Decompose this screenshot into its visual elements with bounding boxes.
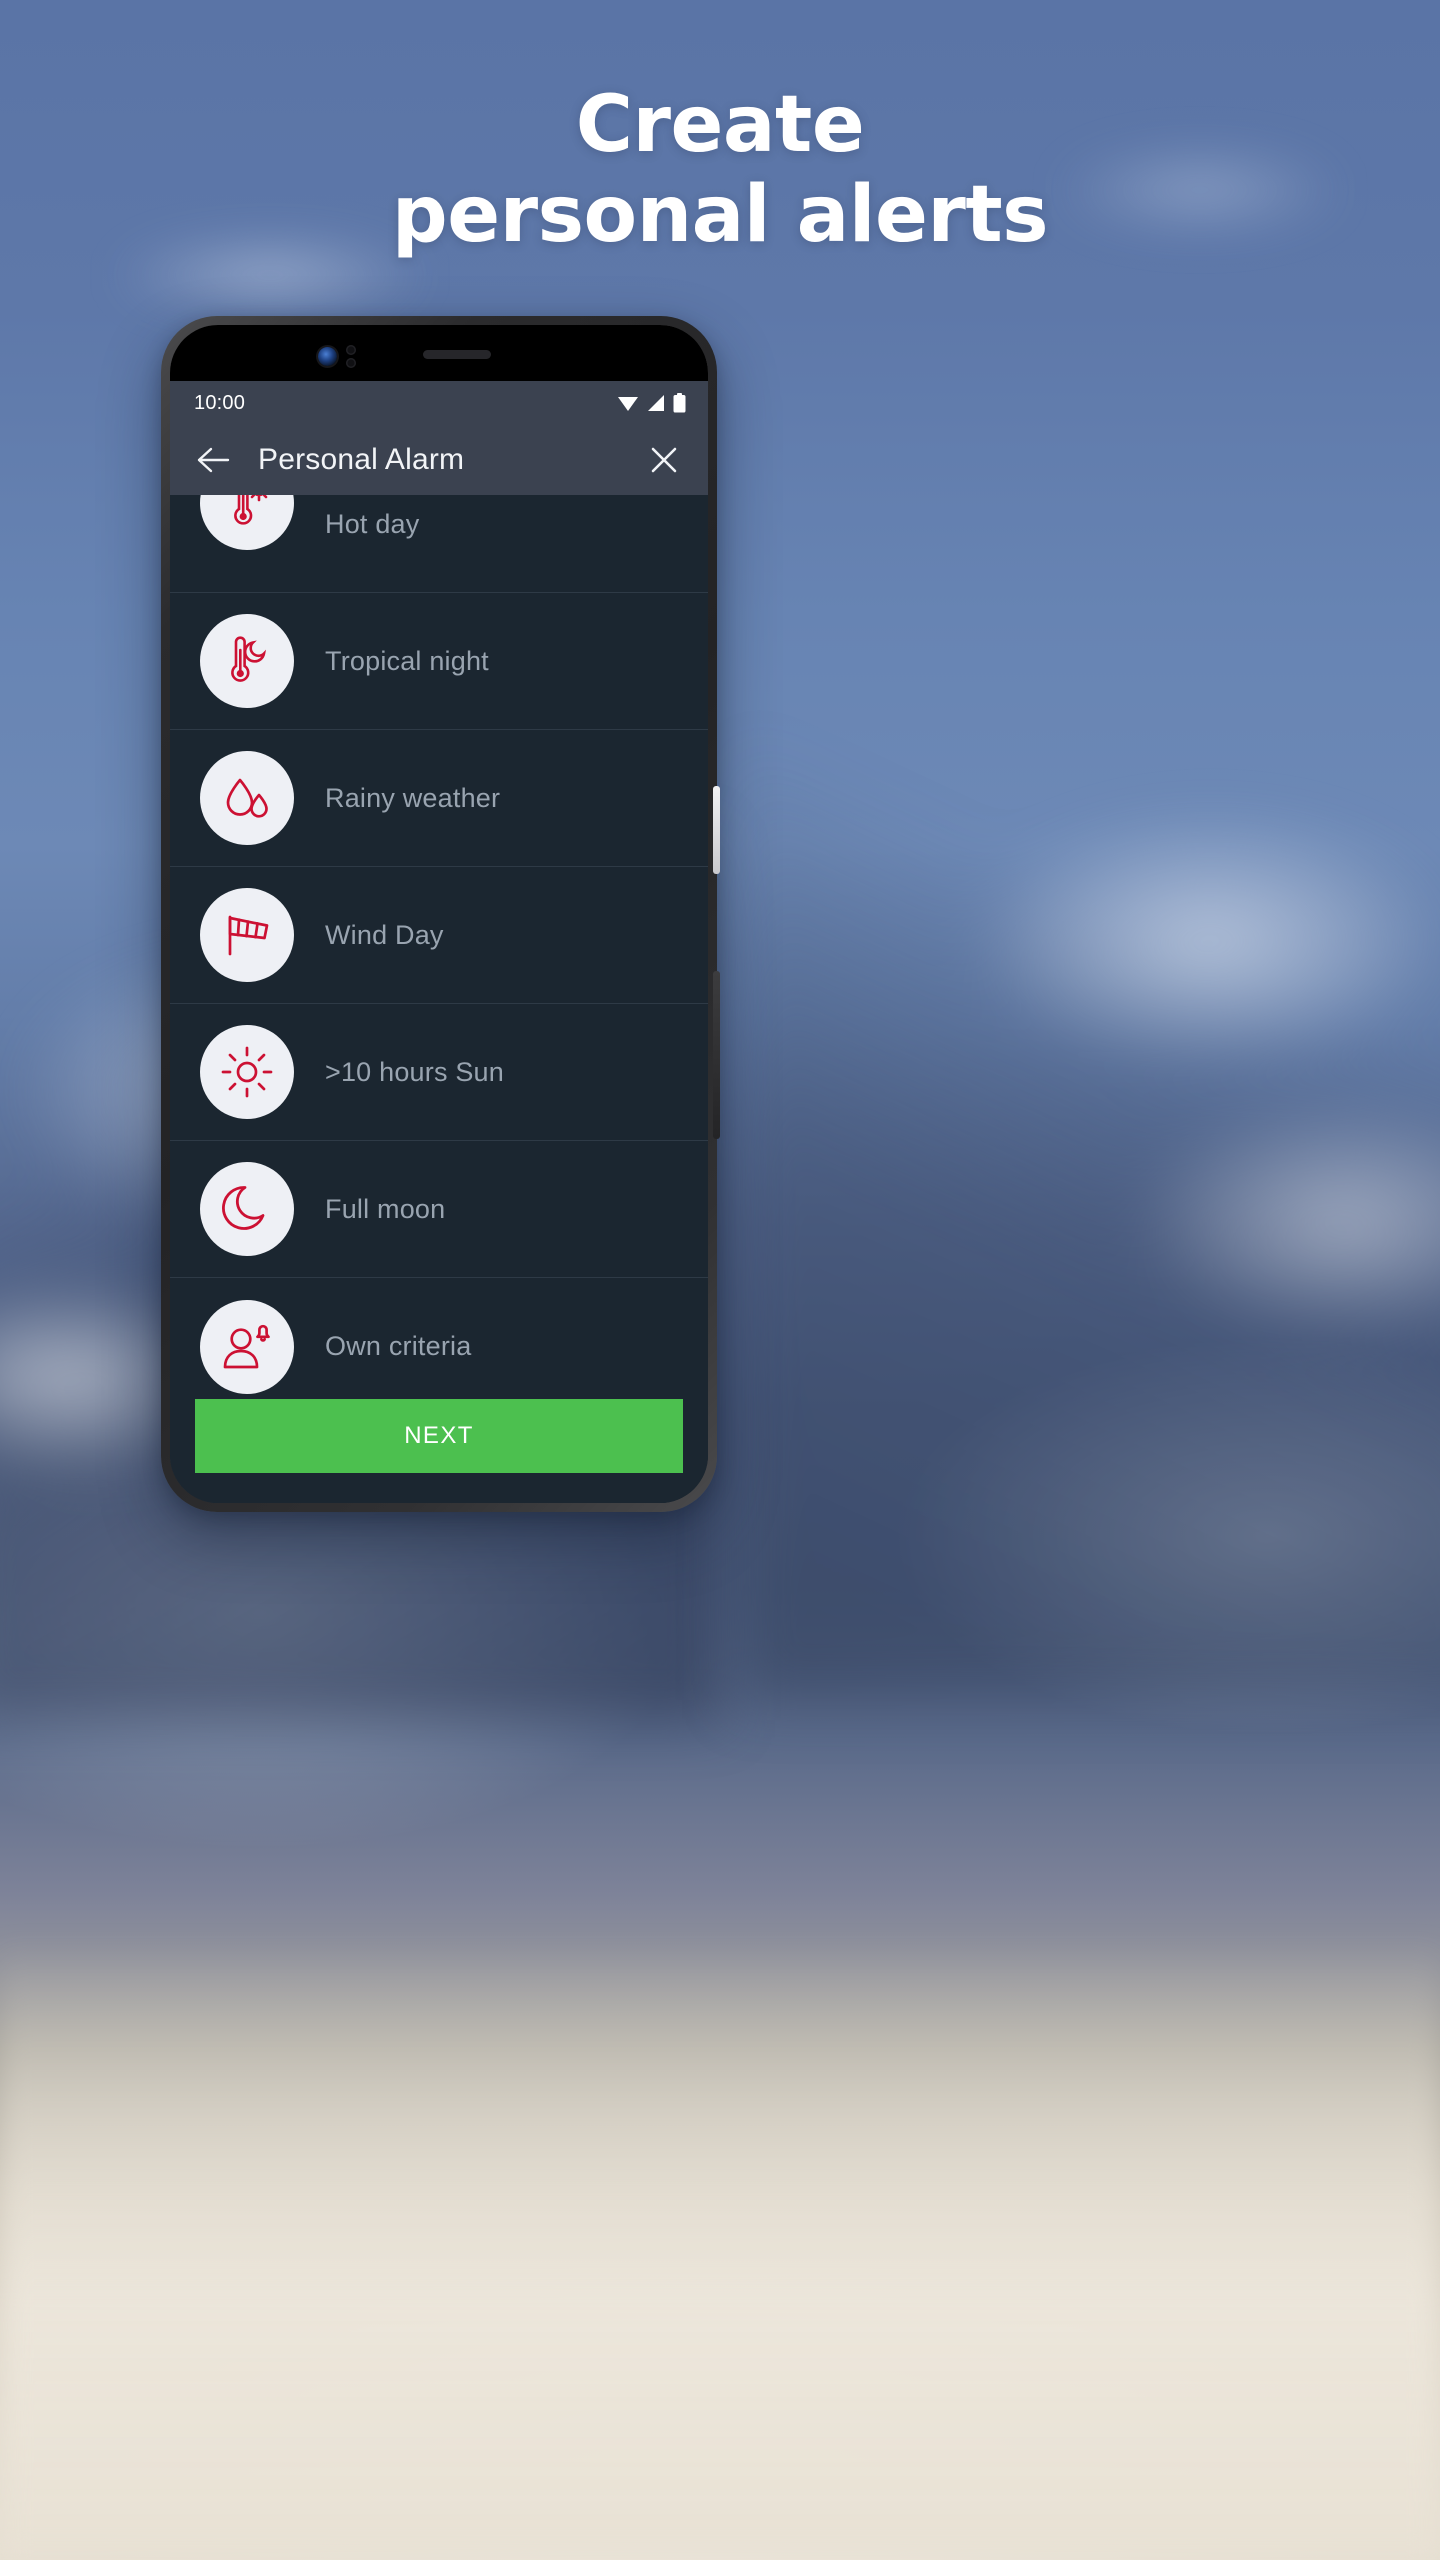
- avatar: [200, 495, 294, 550]
- next-button[interactable]: NEXT: [195, 1399, 683, 1473]
- arrow-left-icon: [197, 447, 230, 473]
- avatar: [200, 1025, 294, 1119]
- cellular-signal-icon: [648, 395, 664, 411]
- list-item-label: Rainy weather: [325, 782, 501, 813]
- app-screen: 10:00 Personal Alarm Hot day Tropical ni…: [170, 381, 708, 1503]
- crescent-moon-icon: [222, 1186, 265, 1230]
- list-item[interactable]: Tropical night: [170, 593, 708, 730]
- list-item[interactable]: Wind Day: [170, 867, 708, 1004]
- list-item[interactable]: Own criteria: [170, 1278, 708, 1415]
- list-item-label: Wind Day: [325, 919, 444, 950]
- list-item-label: Hot day: [325, 509, 420, 539]
- page-title: Create personal alerts: [0, 80, 1440, 260]
- status-bar: 10:00: [170, 381, 708, 425]
- background-snowfield: [0, 1940, 1440, 2560]
- battery-icon: [673, 393, 686, 413]
- avatar: [200, 1162, 294, 1256]
- front-camera-icon: [318, 347, 337, 366]
- close-button[interactable]: [642, 438, 686, 482]
- app-bar-title: Personal Alarm: [258, 443, 465, 476]
- raindrops-icon: [226, 778, 268, 818]
- windsock-icon: [228, 915, 269, 956]
- phone-mockup: 10:00 Personal Alarm Hot day Tropical ni…: [161, 316, 720, 1512]
- list-item-label: >10 hours Sun: [325, 1056, 504, 1087]
- list-item[interactable]: Full moon: [170, 1141, 708, 1278]
- wifi-icon: [618, 397, 638, 411]
- status-bar-icons: [617, 393, 686, 413]
- avatar: [200, 751, 294, 845]
- list-item[interactable]: >10 hours Sun: [170, 1004, 708, 1141]
- sensor-group: [346, 345, 356, 368]
- list-item[interactable]: Rainy weather: [170, 730, 708, 867]
- person-bell-icon: [223, 1324, 270, 1368]
- sun-icon: [221, 1046, 273, 1098]
- list-item[interactable]: Hot day: [170, 495, 708, 593]
- front-camera-cluster: [318, 345, 356, 368]
- close-icon: [651, 447, 677, 473]
- back-button[interactable]: [192, 438, 236, 482]
- avatar: [200, 614, 294, 708]
- headline-line-2: personal alerts: [391, 170, 1049, 260]
- phone-top-bezel: [170, 325, 708, 381]
- list-item-label: Tropical night: [325, 645, 489, 676]
- phone-screen-frame: 10:00 Personal Alarm Hot day Tropical ni…: [170, 325, 708, 1503]
- list-item-label: Full moon: [325, 1193, 446, 1224]
- avatar: [200, 1299, 294, 1394]
- list-item-label: Own criteria: [325, 1331, 472, 1361]
- phone-volume-button[interactable]: [713, 971, 720, 1139]
- background-mountain-right: [740, 700, 1440, 1700]
- avatar: [200, 888, 294, 982]
- light-sensor-icon: [346, 358, 356, 368]
- alarm-type-list[interactable]: Hot day Tropical night Rainy weather Win…: [170, 495, 708, 1503]
- phone-power-button[interactable]: [713, 786, 720, 874]
- proximity-sensor-icon: [346, 345, 356, 355]
- status-bar-clock: 10:00: [194, 391, 246, 414]
- next-button-container: NEXT: [170, 1399, 708, 1503]
- thermometer-moon-icon: [231, 636, 267, 682]
- app-bar: Personal Alarm: [170, 425, 708, 495]
- headline-line-1: Create: [575, 80, 865, 170]
- thermometer-sun-icon: [234, 495, 268, 525]
- earpiece-speaker: [423, 350, 491, 359]
